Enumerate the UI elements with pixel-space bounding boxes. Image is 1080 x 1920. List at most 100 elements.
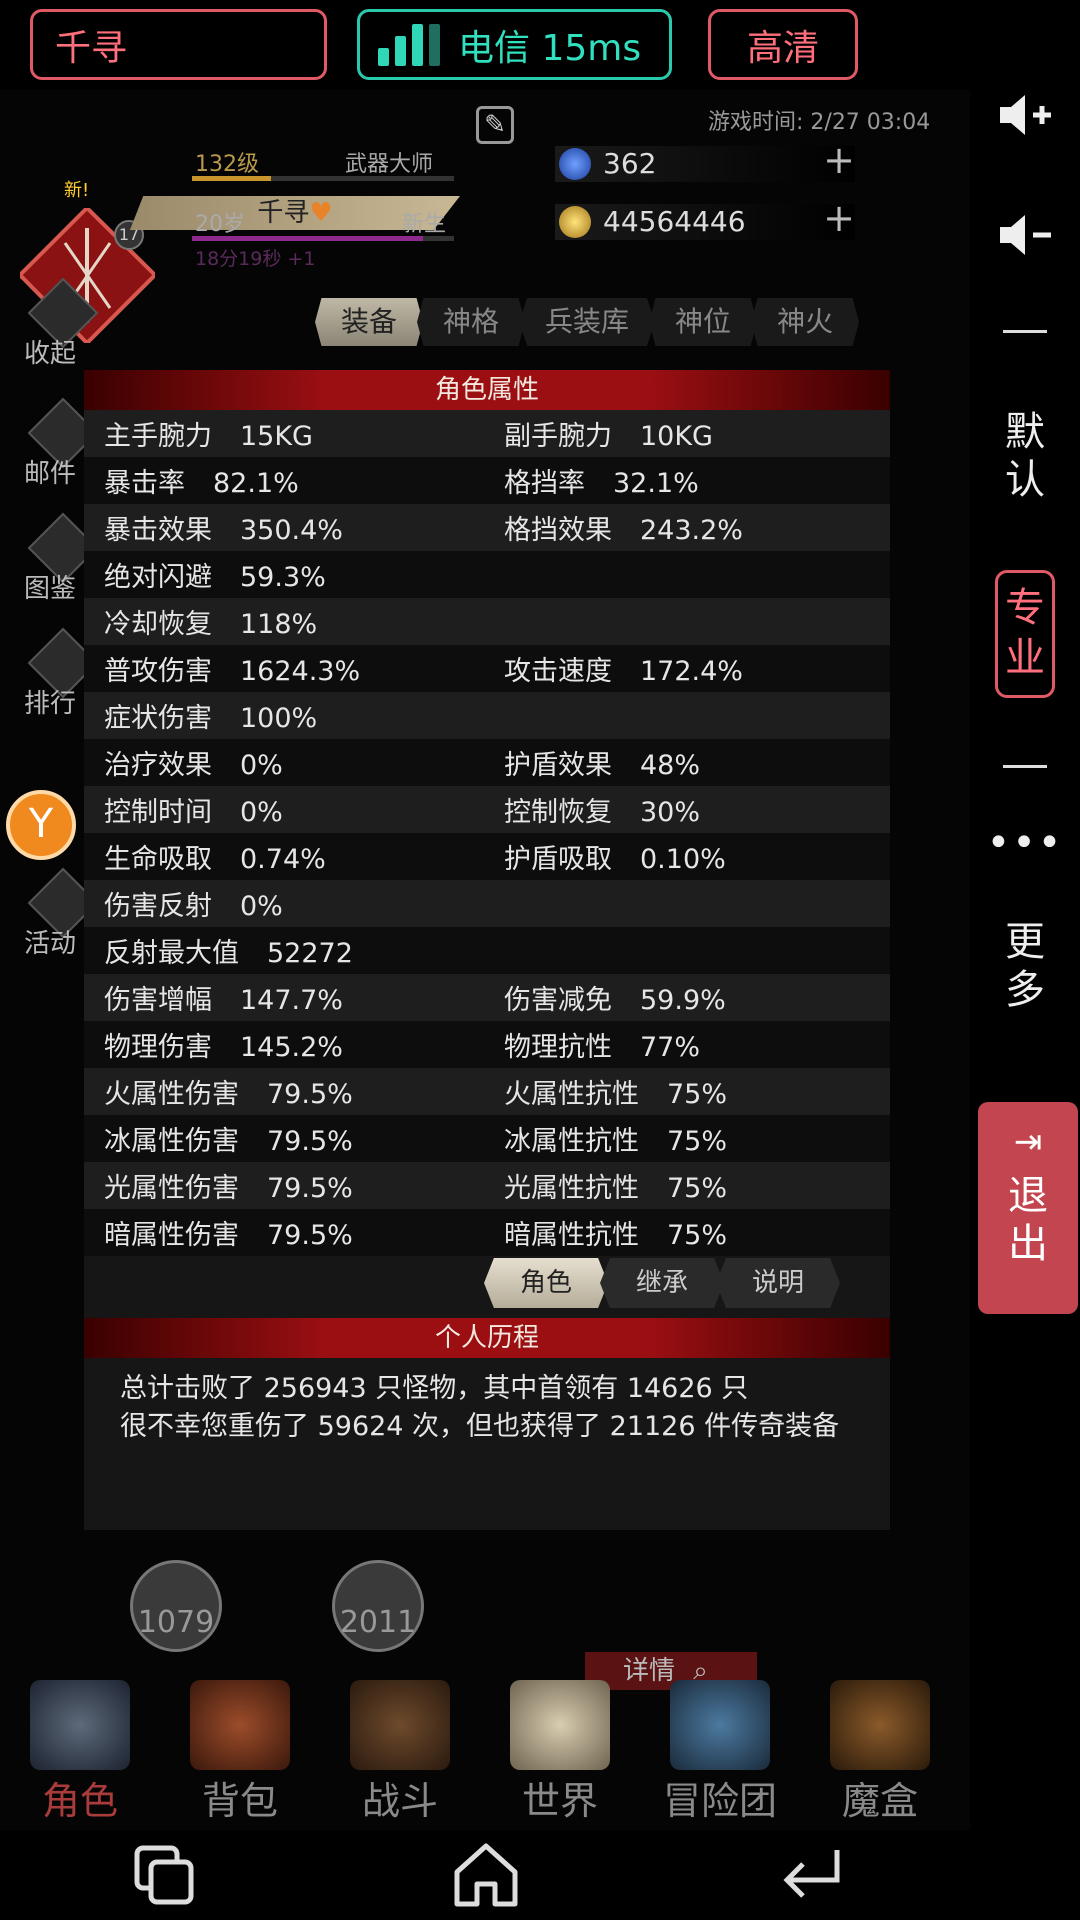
gem-icon <box>559 148 591 180</box>
attribute-cell: 伤害增幅 147.7% <box>84 978 484 1017</box>
attribute-row: 冷却恢复 118% <box>84 598 890 645</box>
gold-icon <box>559 206 591 238</box>
volume-up-button[interactable] <box>970 90 1080 140</box>
tab-armory[interactable]: 兵装库 <box>519 298 656 346</box>
attribute-value: 59.3% <box>240 562 326 593</box>
attribute-name: 格挡效果 <box>504 515 612 546</box>
attribute-row: 伤害反射 0% <box>84 880 890 927</box>
player-name-text: 千寻 <box>257 198 310 228</box>
nav-world[interactable]: 世界 <box>480 1670 640 1830</box>
attribute-name: 冷却恢复 <box>104 609 212 640</box>
attribute-list[interactable]: 主手腕力 15KG 副手腕力 10KG 暴击率 82.1% 格挡率 32.1% 暴击效果 350.… <box>84 410 890 1282</box>
pro-mode-label: 专业 <box>1005 585 1045 681</box>
attribute-value: 1624.3% <box>240 656 361 687</box>
attribute-cell: 冷却恢复 118% <box>84 602 484 641</box>
player-stage: 新生 <box>402 212 447 237</box>
user-button[interactable]: 千寻 <box>30 9 327 80</box>
attribute-cell: 绝对闪避 59.3% <box>84 555 484 594</box>
exit-button[interactable]: ⇥ 退出 <box>978 1102 1078 1314</box>
collapse-label: 收起 <box>24 339 77 369</box>
helmet-icon <box>30 1680 130 1770</box>
edit-name-icon[interactable]: ✎ <box>476 106 514 144</box>
quality-button[interactable]: 高清 <box>708 9 858 80</box>
add-gold-button[interactable]: + <box>823 199 855 237</box>
attribute-value: 52272 <box>267 938 353 969</box>
volume-down-button[interactable] <box>970 210 1080 260</box>
divider <box>970 765 1080 768</box>
backpack-icon <box>190 1680 290 1770</box>
attribute-value: 100% <box>240 703 318 734</box>
attribute-value: 118% <box>240 609 318 640</box>
tab-equipment[interactable]: 装备 <box>315 298 424 346</box>
nav-guild[interactable]: 冒险团 <box>640 1670 800 1830</box>
more-dots-icon[interactable]: ••• <box>970 820 1080 866</box>
tab-divinity[interactable]: 神格 <box>417 298 526 346</box>
attribute-row: 火属性伤害 79.5% 火属性抗性 75% <box>84 1068 890 1115</box>
nav-bag[interactable]: 背包 <box>160 1670 320 1830</box>
home-icon <box>454 1843 518 1907</box>
attribute-cell: 副手腕力 10KG <box>484 414 884 453</box>
back-button[interactable] <box>770 1830 850 1920</box>
subtab-character[interactable]: 角色 <box>484 1258 609 1308</box>
attribute-cell: 暴击率 82.1% <box>84 461 484 500</box>
attribute-name: 伤害增幅 <box>104 985 212 1016</box>
panel-title: 角色属性 <box>84 370 890 410</box>
more-button[interactable]: 更多 <box>970 918 1080 1014</box>
subtab-inherit[interactable]: 继承 <box>600 1258 725 1308</box>
equipment-tabs: 装备 神格 兵装库 神位 神火 <box>315 298 860 346</box>
attribute-cell: 反射最大值 52272 <box>84 931 484 970</box>
divider <box>970 330 1080 333</box>
gold-value: 44564446 <box>603 205 746 238</box>
system-nav-bar <box>0 1830 1080 1920</box>
attribute-cell: 伤害减免 59.9% <box>484 978 884 1017</box>
attribute-value: 147.7% <box>240 985 343 1016</box>
attribute-value: 48% <box>640 750 701 781</box>
attribute-value: 30% <box>640 797 701 828</box>
attribute-value: 75% <box>667 1126 728 1157</box>
attribute-cell: 护盾吸取 0.10% <box>484 837 884 876</box>
attribute-row: 伤害增幅 147.7% 伤害减免 59.9% <box>84 974 890 1021</box>
attribute-value: 172.4% <box>640 656 743 687</box>
attribute-value: 79.5% <box>267 1079 353 1110</box>
subtab-explain[interactable]: 说明 <box>716 1258 841 1308</box>
network-status-button[interactable]: 电信 15ms <box>357 9 672 80</box>
timer-dial-1: 1079 <box>130 1560 222 1652</box>
attribute-row: 暗属性伤害 79.5% 暗属性抗性 75% <box>84 1209 890 1256</box>
heart-icon: ♥ <box>309 198 333 228</box>
attribute-row: 反射最大值 52272 <box>84 927 890 974</box>
attribute-value: 77% <box>640 1032 701 1063</box>
tab-god-fire[interactable]: 神火 <box>751 298 860 346</box>
attribute-name: 光属性抗性 <box>504 1173 639 1204</box>
nav-magic-box[interactable]: 魔盒 <box>800 1670 960 1830</box>
tab-god-rank[interactable]: 神位 <box>649 298 758 346</box>
attribute-name: 治疗效果 <box>104 750 212 781</box>
player-title: 武器大师 <box>345 152 434 177</box>
attribute-name: 副手腕力 <box>504 421 612 452</box>
attribute-value: 0.74% <box>240 844 326 875</box>
attribute-value: 75% <box>667 1173 728 1204</box>
attribute-name: 物理抗性 <box>504 1032 612 1063</box>
default-mode-button[interactable]: 默认 <box>970 408 1080 504</box>
assistant-float-icon[interactable]: Y <box>6 790 76 860</box>
attribute-cell: 普攻伤害 1624.3% <box>84 649 484 688</box>
add-gem-button[interactable]: + <box>823 141 855 179</box>
attribute-name: 普攻伤害 <box>104 656 212 687</box>
attribute-value: 0.10% <box>640 844 726 875</box>
recent-apps-button[interactable] <box>124 1830 204 1920</box>
attribute-cell: 生命吸取 0.74% <box>84 837 484 876</box>
attribute-name: 暴击率 <box>104 468 185 499</box>
nav-character[interactable]: 角色 <box>0 1670 160 1830</box>
attribute-name: 火属性伤害 <box>104 1079 239 1110</box>
nav-battle[interactable]: 战斗 <box>320 1670 480 1830</box>
collapse-button[interactable]: 收起 <box>14 277 110 370</box>
player-age: 20岁 <box>195 212 245 237</box>
attribute-name: 控制恢复 <box>504 797 612 828</box>
player-level: 132级 <box>195 152 259 177</box>
home-button[interactable] <box>446 1830 526 1920</box>
attribute-row: 主手腕力 15KG 副手腕力 10KG <box>84 410 890 457</box>
attribute-cell: 主手腕力 15KG <box>84 414 484 453</box>
attribute-name: 攻击速度 <box>504 656 612 687</box>
attribute-cell: 物理伤害 145.2% <box>84 1025 484 1064</box>
new-tag: 新! <box>64 180 90 201</box>
pro-mode-button[interactable]: 专业 <box>995 570 1055 698</box>
